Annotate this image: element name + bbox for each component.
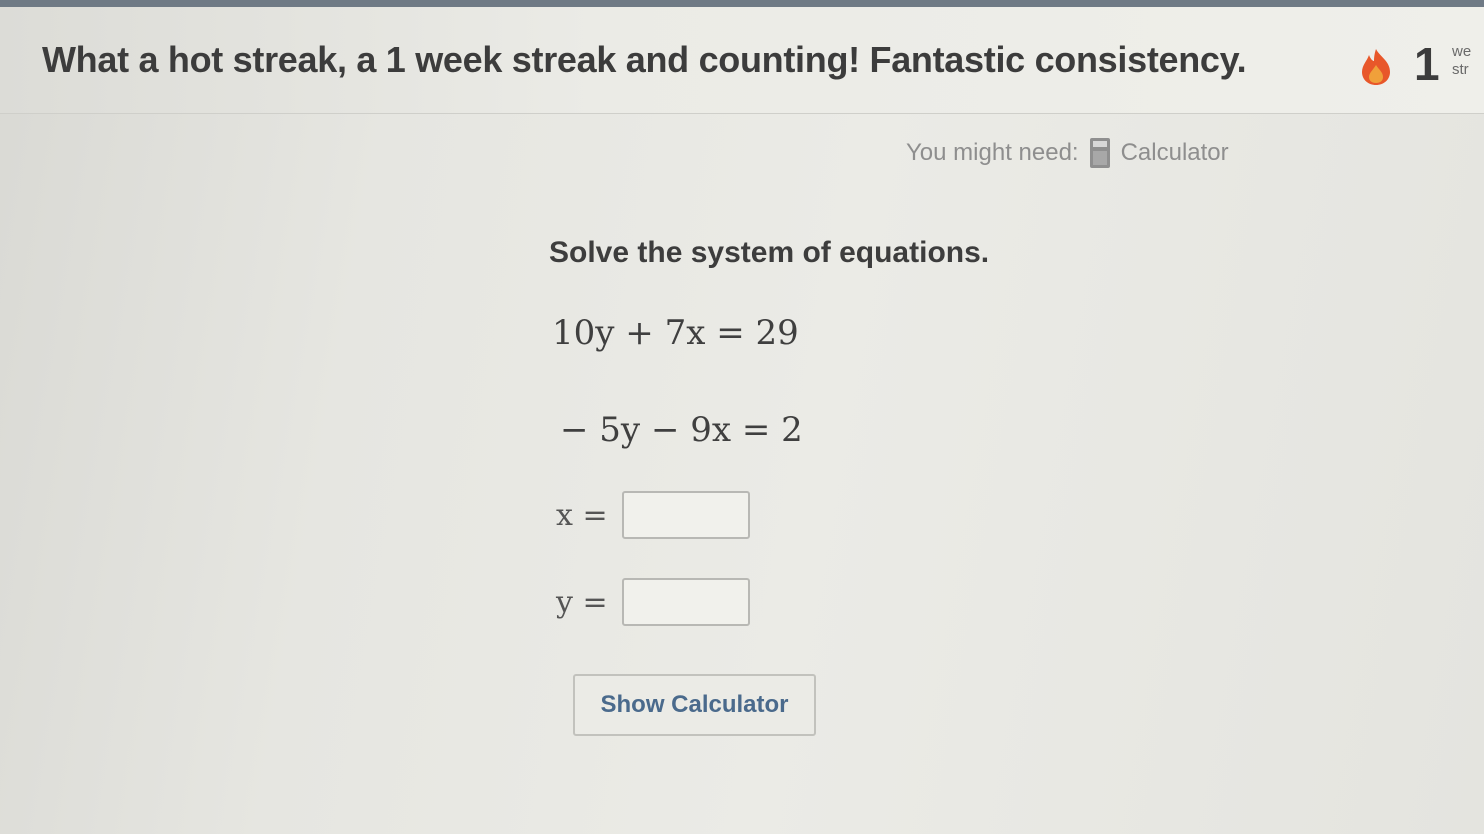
question-prompt: Solve the system of equations. <box>549 236 990 269</box>
tools-row: You might need: Calculator <box>906 136 1229 170</box>
flame-icon <box>1362 49 1390 85</box>
streak-message: What a hot streak, a 1 week streak and c… <box>42 39 1247 80</box>
x-answer-input[interactable] <box>622 491 750 539</box>
y-answer-label: y = <box>556 585 608 620</box>
show-calculator-button[interactable]: Show Calculator <box>573 674 816 736</box>
x-answer-label: x = <box>556 498 608 533</box>
streak-banner: What a hot streak, a 1 week streak and c… <box>0 7 1484 114</box>
equation-1: 10y + 7x = 29 <box>552 313 799 353</box>
y-answer-input[interactable] <box>622 578 750 626</box>
streak-count: 1 <box>1414 38 1440 90</box>
streak-unit-label: we str <box>1452 43 1472 78</box>
you-might-need-label: You might need: <box>906 139 1079 166</box>
calculator-link[interactable]: Calculator <box>1121 139 1229 167</box>
equation-2: − 5y − 9x = 2 <box>560 410 803 450</box>
calculator-icon[interactable] <box>1089 137 1111 169</box>
top-bar <box>0 0 1484 7</box>
